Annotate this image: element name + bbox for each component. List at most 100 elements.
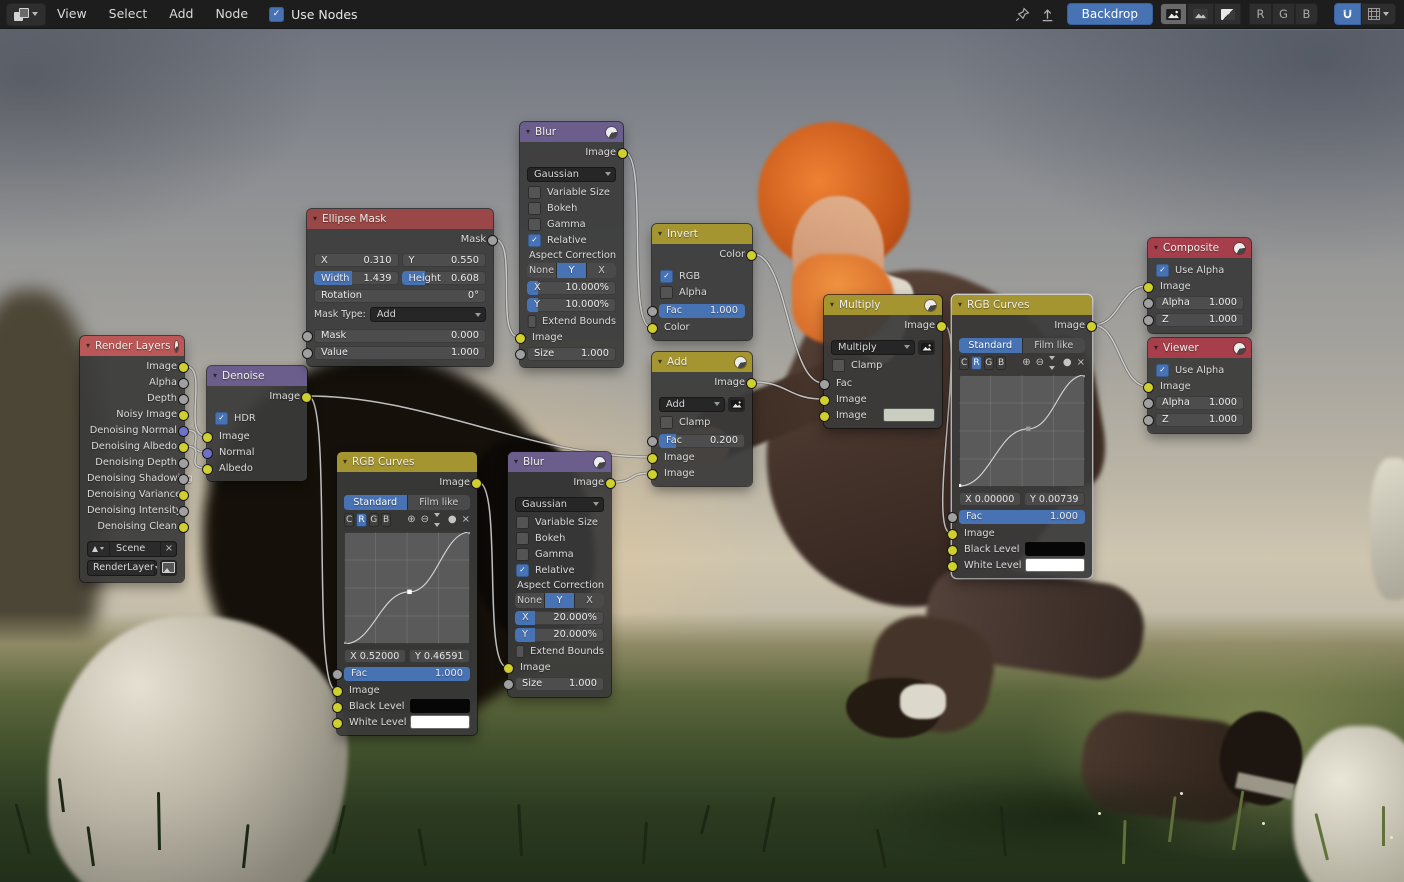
node-header[interactable]: ▾RGB Curves <box>337 452 477 472</box>
blend-mode-dropdown[interactable]: Gaussian <box>527 167 616 182</box>
color-swatch[interactable] <box>1025 542 1085 556</box>
image2-socket[interactable] <box>819 411 830 422</box>
curve-x-field[interactable]: X 0.00000 <box>959 492 1021 506</box>
image_out-socket[interactable] <box>936 321 947 332</box>
checkbox-icon[interactable] <box>528 315 537 328</box>
image_out-socket[interactable] <box>605 478 616 489</box>
pin-button[interactable] <box>1010 7 1035 22</box>
color-swatch[interactable] <box>1025 558 1085 572</box>
delete-point-icon[interactable]: × <box>462 515 470 525</box>
dint-socket[interactable] <box>178 506 189 517</box>
alpha-socket[interactable] <box>1143 298 1154 309</box>
color-image-toggle[interactable] <box>1160 3 1187 25</box>
image-type-button[interactable] <box>918 340 935 355</box>
color-swatch[interactable] <box>410 715 470 729</box>
image-socket[interactable] <box>515 333 526 344</box>
ddepth-socket[interactable] <box>178 458 189 469</box>
render-single-layer-button[interactable] <box>160 560 177 576</box>
fac-socket[interactable] <box>647 306 658 317</box>
dclean-socket[interactable] <box>178 522 189 533</box>
image_out-socket[interactable] <box>471 478 482 489</box>
editor-type-dropdown[interactable] <box>6 3 46 26</box>
color-swatch[interactable] <box>883 408 935 422</box>
segment-y[interactable]: Y <box>557 263 587 278</box>
image-socket[interactable] <box>332 686 343 697</box>
color-swatch[interactable] <box>410 699 470 713</box>
scene-icon-dropdown[interactable] <box>87 541 110 557</box>
collapse-icon[interactable]: ▾ <box>86 342 90 350</box>
slider[interactable]: Y10.000% <box>527 298 616 312</box>
snap-toggle[interactable] <box>1334 3 1361 25</box>
alpha-socket[interactable] <box>178 378 189 389</box>
checkbox-icon[interactable]: ✓ <box>660 270 673 283</box>
unlink-scene-button[interactable]: × <box>160 541 177 557</box>
channel-button-r[interactable]: R <box>1249 3 1272 25</box>
normal-socket[interactable] <box>202 448 213 459</box>
z-socket[interactable] <box>1143 415 1154 426</box>
segment-film-like[interactable]: Film like <box>408 495 471 510</box>
zoom-in-icon[interactable]: ⊕ <box>407 515 415 525</box>
blend-mode-dropdown[interactable]: Multiply <box>831 340 915 355</box>
tools-chevron-icon[interactable] <box>434 510 443 530</box>
slider-width[interactable]: Width1.439 <box>314 271 399 285</box>
alpha-toggle[interactable] <box>1214 3 1241 25</box>
image1-socket[interactable] <box>819 395 830 406</box>
menu-add[interactable]: Add <box>158 0 204 28</box>
slider[interactable]: Rotation0° <box>314 289 486 303</box>
checkbox-icon[interactable]: ✓ <box>1156 364 1169 377</box>
image-socket[interactable] <box>178 362 189 373</box>
use-nodes-toggle[interactable]: ✓ Use Nodes <box>269 7 357 22</box>
dshadow-socket[interactable] <box>178 474 189 485</box>
node-header[interactable]: ▾Blur <box>508 452 611 472</box>
checkbox-icon[interactable]: ✓ <box>516 564 529 577</box>
node-header[interactable]: ▾Blur <box>520 122 623 142</box>
channel-b[interactable]: B <box>381 513 391 527</box>
channel-r[interactable]: R <box>971 356 981 370</box>
menu-node[interactable]: Node <box>204 0 259 28</box>
node-blurT[interactable]: ▾BlurImageGaussianVariable SizeBokehGamm… <box>520 122 623 367</box>
fac-slider[interactable]: Fac0.200 <box>659 434 745 448</box>
depth-socket[interactable] <box>178 394 189 405</box>
checkbox-icon[interactable]: ✓ <box>528 234 541 247</box>
blend-mode-dropdown[interactable]: Gaussian <box>515 497 604 512</box>
black-socket[interactable] <box>947 545 958 556</box>
noisy-socket[interactable] <box>178 410 189 421</box>
collapse-icon[interactable]: ▾ <box>658 358 662 366</box>
render-layer-dropdown[interactable]: RenderLayer <box>87 560 157 576</box>
node-rgbL-curve-widget[interactable] <box>344 532 470 644</box>
go-parent-button[interactable] <box>1035 7 1060 22</box>
white-socket[interactable] <box>947 561 958 572</box>
channel-r[interactable]: R <box>356 513 366 527</box>
node-add[interactable]: ▾AddImageAddClampFac0.200ImageImage <box>652 352 752 486</box>
collapse-icon[interactable]: ▾ <box>213 372 217 380</box>
albedo-socket[interactable] <box>202 464 213 475</box>
curve-x-field[interactable]: X 0.52000 <box>344 649 406 663</box>
snapping-dropdown[interactable] <box>1361 3 1396 25</box>
collapse-icon[interactable]: ▾ <box>343 458 347 466</box>
image_out-socket[interactable] <box>746 378 757 389</box>
node-em[interactable]: ▾Ellipse MaskMaskX0.310Y0.550Width1.439H… <box>307 209 493 366</box>
image-socket[interactable] <box>503 663 514 674</box>
image1-socket[interactable] <box>647 453 658 464</box>
fac-slider[interactable]: Fac1.000 <box>344 667 470 681</box>
node-header[interactable]: ▾Denoise <box>207 366 307 386</box>
fac-socket[interactable] <box>647 436 658 447</box>
alpha-field[interactable]: Alpha1.000 <box>1155 396 1244 410</box>
image-socket[interactable] <box>1143 282 1154 293</box>
size-socket[interactable] <box>503 679 514 690</box>
node-rl[interactable]: ▾Render LayersImageAlphaDepthNoisy Image… <box>80 336 184 582</box>
zoom-out-icon[interactable]: ⊖ <box>1036 358 1044 368</box>
node-dn[interactable]: ▾DenoiseImage✓HDRImageNormalAlbedo <box>207 366 307 481</box>
dalbedo-socket[interactable] <box>178 442 189 453</box>
slider[interactable]: X20.000% <box>515 611 604 625</box>
channel-c[interactable]: C <box>344 513 354 527</box>
collapse-icon[interactable]: ▾ <box>658 230 662 238</box>
node-header[interactable]: ▾Add <box>652 352 752 372</box>
zoom-in-icon[interactable]: ⊕ <box>1022 358 1030 368</box>
checkbox-icon[interactable] <box>516 645 525 658</box>
node-header[interactable]: ▾Multiply <box>824 295 942 315</box>
channel-b[interactable]: B <box>996 356 1006 370</box>
z-field[interactable]: Z1.000 <box>1155 413 1244 427</box>
segment-none[interactable]: None <box>515 593 545 608</box>
node-header[interactable]: ▾RGB Curves <box>952 295 1092 315</box>
